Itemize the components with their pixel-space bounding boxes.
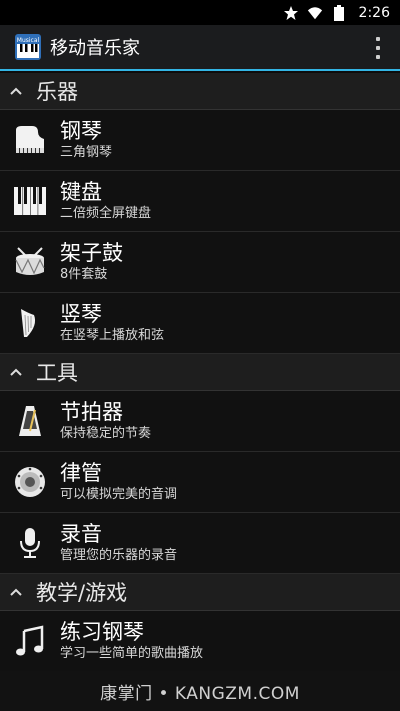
section-title: 乐器 [36, 80, 78, 104]
list-item-pitch-pipe[interactable]: 律管 可以模拟完美的音调 [0, 452, 400, 513]
item-name: 架子鼓 [60, 241, 123, 265]
item-description: 在竖琴上播放和弦 [60, 328, 165, 343]
item-description: 三角钢琴 [60, 145, 113, 160]
app-logo-icon: Musical [15, 34, 41, 60]
drum-icon [12, 244, 48, 280]
music-note-icon [12, 623, 48, 659]
status-time: 2:26 [358, 4, 390, 21]
list-item-metronome[interactable]: 节拍器 保持稳定的节奏 [0, 391, 400, 452]
item-name: 钢琴 [60, 119, 102, 143]
item-name: 练习钢琴 [60, 620, 144, 644]
list-item-keyboard[interactable]: 键盘 二倍频全屏键盘 [0, 171, 400, 232]
section-header-instruments[interactable]: 乐器 [0, 73, 400, 110]
item-name: 录音 [60, 522, 102, 546]
keyboard-icon [12, 183, 48, 219]
app-title: 移动音乐家 [50, 38, 140, 59]
chevron-up-icon [10, 588, 22, 596]
chevron-up-icon [10, 87, 22, 95]
section-header-teaching-games[interactable]: 教学/游戏 [0, 574, 400, 611]
harp-icon [12, 305, 48, 341]
dot-icon [376, 46, 380, 50]
dot-icon [376, 37, 380, 41]
instrument-list: 乐器 钢琴 三角钢琴 键盘 二倍频全屏键盘 架子鼓 8件套鼓 竖琴 在竖琴上播放… [0, 73, 400, 672]
item-description: 管理您的乐器的录音 [60, 548, 178, 563]
item-description: 可以模拟完美的音调 [60, 487, 178, 502]
list-item-drums[interactable]: 架子鼓 8件套鼓 [0, 232, 400, 293]
section-title: 教学/游戏 [36, 581, 128, 605]
item-name: 竖琴 [60, 302, 102, 326]
list-item-harp[interactable]: 竖琴 在竖琴上播放和弦 [0, 293, 400, 354]
microphone-icon [12, 525, 48, 561]
list-item-practice-piano[interactable]: 练习钢琴 学习一些简单的歌曲播放 [0, 611, 400, 672]
metronome-icon [12, 403, 48, 439]
chevron-up-icon [10, 368, 22, 376]
pitch-pipe-icon [12, 464, 48, 500]
item-description: 二倍频全屏键盘 [60, 206, 152, 221]
status-bar: 2:26 [0, 0, 400, 25]
section-header-tools[interactable]: 工具 [0, 354, 400, 391]
item-description: 保持稳定的节奏 [60, 426, 152, 441]
list-item-recording[interactable]: 录音 管理您的乐器的录音 [0, 513, 400, 574]
star-icon [283, 5, 299, 21]
item-description: 学习一些简单的歌曲播放 [60, 646, 204, 661]
section-title: 工具 [36, 361, 78, 385]
wifi-icon [307, 5, 323, 21]
overflow-menu-button[interactable] [374, 37, 382, 59]
action-bar: Musical 移动音乐家 [0, 25, 400, 71]
battery-icon [331, 4, 347, 21]
list-item-piano[interactable]: 钢琴 三角钢琴 [0, 110, 400, 171]
watermark-footer: 康掌门 • KANGZM.COM [0, 671, 400, 711]
item-description: 8件套鼓 [60, 267, 108, 282]
app-logo-text: Musical [17, 37, 40, 44]
dot-icon [376, 55, 380, 59]
piano-icon [12, 122, 48, 158]
item-name: 键盘 [60, 180, 102, 204]
item-name: 节拍器 [60, 400, 123, 424]
item-name: 律管 [60, 461, 102, 485]
